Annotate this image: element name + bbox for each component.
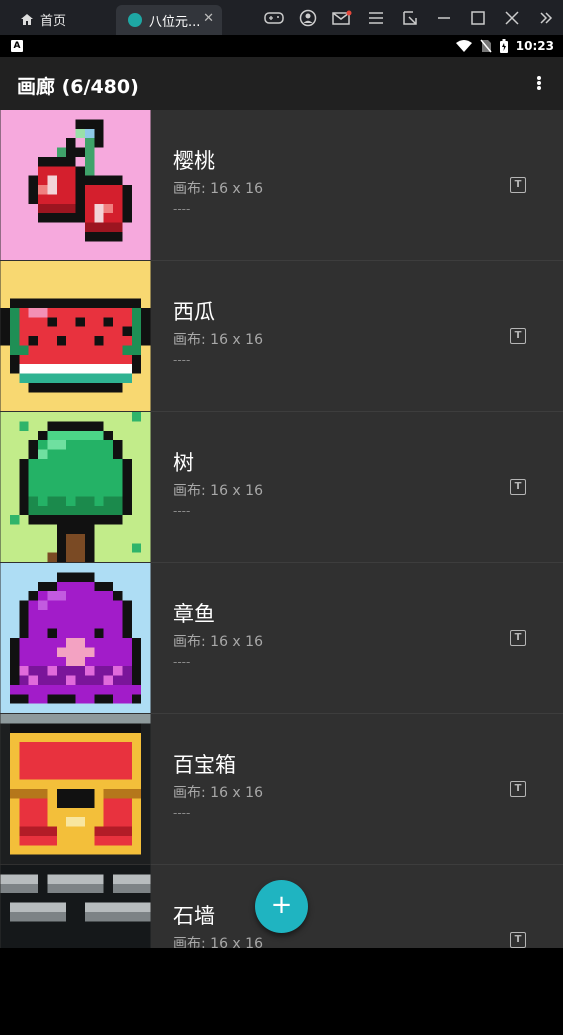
item-name: 樱桃 xyxy=(173,149,215,173)
no-sim-icon xyxy=(480,39,492,53)
gallery-item-cherry[interactable]: 樱桃 画布: 16 x 16 ---- T xyxy=(0,110,563,260)
app-icon xyxy=(128,13,142,27)
text-icon[interactable]: T xyxy=(510,177,526,193)
gallery-item-watermelon[interactable]: 西瓜 画布: 16 x 16 ---- T xyxy=(0,261,563,411)
text-icon[interactable]: T xyxy=(510,781,526,797)
cherry-thumbnail xyxy=(0,110,151,260)
text-icon[interactable]: T xyxy=(510,932,526,948)
mail-icon[interactable] xyxy=(325,0,359,35)
octopus-thumbnail xyxy=(0,563,151,713)
tree-thumbnail xyxy=(0,412,151,562)
status-time: 10:23 xyxy=(515,39,554,53)
gallery-item-tree[interactable]: 树 画布: 16 x 16 ---- T xyxy=(0,412,563,562)
home-tab-label: 首页 xyxy=(40,13,67,29)
overflow-menu-icon[interactable] xyxy=(535,72,543,94)
gallery-list[interactable]: 樱桃 画布: 16 x 16 ---- T 西瓜 画布: 16 x 16 ---… xyxy=(0,110,563,948)
item-name: 章鱼 xyxy=(173,602,215,626)
app-tab[interactable]: 八位元... ✕ xyxy=(116,5,222,35)
close-icon[interactable] xyxy=(495,0,529,35)
stone-wall-thumbnail xyxy=(0,865,151,948)
gamepad-icon[interactable] xyxy=(257,0,291,35)
item-name: 西瓜 xyxy=(173,300,215,324)
item-name: 石墙 xyxy=(173,904,215,928)
battery-icon xyxy=(499,39,508,53)
menu-icon[interactable] xyxy=(359,0,393,35)
text-icon[interactable]: T xyxy=(510,630,526,646)
item-canvas-size: 画布: 16 x 16 xyxy=(173,936,263,948)
add-drawing-button[interactable]: + xyxy=(255,880,308,933)
minimize-icon[interactable] xyxy=(427,0,461,35)
wifi-icon xyxy=(455,40,472,52)
bottom-area xyxy=(0,948,563,1035)
treasure-chest-thumbnail xyxy=(0,714,151,864)
item-description: ---- xyxy=(173,806,191,820)
text-icon[interactable]: T xyxy=(510,479,526,495)
item-canvas-size: 画布: 16 x 16 xyxy=(173,181,263,197)
text-icon[interactable]: T xyxy=(510,328,526,344)
item-canvas-size: 画布: 16 x 16 xyxy=(173,634,263,650)
item-name: 百宝箱 xyxy=(173,753,236,777)
app-bar: 画廊 (6/480) xyxy=(0,57,563,110)
gallery-item-treasure-chest[interactable]: 百宝箱 画布: 16 x 16 ---- T xyxy=(0,714,563,864)
item-canvas-size: 画布: 16 x 16 xyxy=(173,483,263,499)
page-title: 画廊 (6/480) xyxy=(17,76,139,98)
window-controls xyxy=(257,0,563,35)
item-canvas-size: 画布: 16 x 16 xyxy=(173,785,263,801)
emulator-titlebar: 首页 八位元... ✕ xyxy=(0,0,563,35)
item-description: ---- xyxy=(173,504,191,518)
app-tab-label: 八位元... xyxy=(149,14,201,30)
maximize-icon[interactable] xyxy=(461,0,495,35)
item-description: ---- xyxy=(173,202,191,216)
resize-icon[interactable] xyxy=(393,0,427,35)
item-description: ---- xyxy=(173,655,191,669)
item-name: 树 xyxy=(173,451,194,475)
item-canvas-size: 画布: 16 x 16 xyxy=(173,332,263,348)
home-tab[interactable]: 首页 xyxy=(0,5,110,33)
tab-close-icon[interactable]: ✕ xyxy=(203,11,214,26)
item-description: ---- xyxy=(173,353,191,367)
status-icons: 10:23 xyxy=(455,35,554,57)
user-icon[interactable] xyxy=(291,0,325,35)
home-icon xyxy=(21,13,33,25)
watermelon-thumbnail xyxy=(0,261,151,411)
notification-indicator: A xyxy=(11,40,23,52)
more-icon[interactable] xyxy=(529,0,563,35)
gallery-item-octopus[interactable]: 章鱼 画布: 16 x 16 ---- T xyxy=(0,563,563,713)
